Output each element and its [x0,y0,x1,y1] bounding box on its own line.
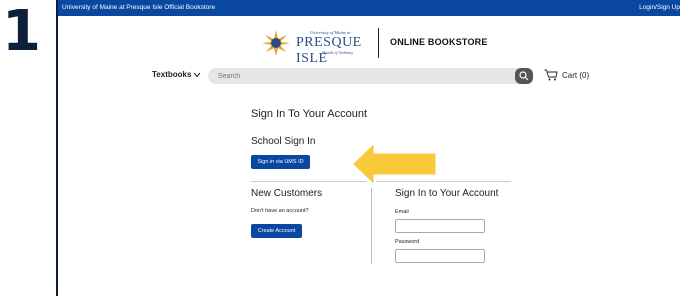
chevron-down-icon [194,72,201,77]
account-sign-in-section: Sign In to Your Account Email Password [395,188,535,263]
search-button[interactable] [515,68,533,84]
textbooks-label: Textbooks [152,70,192,79]
email-field[interactable] [395,219,485,233]
search-icon [519,71,529,81]
password-field[interactable] [395,249,485,263]
account-columns: New Customers Don't have an account? Cre… [251,188,551,288]
password-label: Password [395,239,420,245]
ums-sign-in-button[interactable]: Sign in via UMS ID [251,155,310,169]
textbooks-menu[interactable]: Textbooks [152,70,201,79]
email-label: Email [395,209,409,215]
login-link[interactable]: Login/Sign Up [639,0,680,16]
new-customers-note: Don't have an account? [251,208,309,214]
browser-screenshot: University of Maine at Presque Isle Offi… [56,0,680,296]
step-number: 1 [2,0,41,64]
store-name: ONLINE BOOKSTORE [390,37,488,47]
cart-icon [544,69,558,81]
store-title: University of Maine at Presque Isle Offi… [62,4,216,11]
cart-label: Cart (0) [562,70,590,80]
account-sign-in-heading: Sign In to Your Account [395,188,499,199]
top-bar: University of Maine at Presque Isle Offi… [58,0,680,16]
nav-bar: Textbooks Cart (0) [58,68,680,86]
sign-in-panel: Sign In To Your Account School Sign In S… [251,108,551,288]
cart-link[interactable]: Cart (0) [544,69,589,81]
callout-arrow-icon [349,139,439,189]
new-customers-heading: New Customers [251,188,323,199]
brand-header: University of Maine at PRESQUE ISLE Mant… [262,26,502,66]
create-account-button[interactable]: Create Account [251,224,302,238]
search-input[interactable] [218,70,498,82]
brand-divider [378,28,379,58]
university-logo[interactable]: University of Maine at PRESQUE ISLE Mant… [262,26,374,66]
column-divider [371,188,372,264]
step-gutter: 1 [0,0,56,296]
page-title: Sign In To Your Account [251,108,367,120]
logo-tagline: Mantle of Ordinary [322,50,354,55]
search-box [208,68,524,84]
new-customers-section: New Customers Don't have an account? Cre… [251,188,371,238]
university-seal-icon [262,30,290,56]
